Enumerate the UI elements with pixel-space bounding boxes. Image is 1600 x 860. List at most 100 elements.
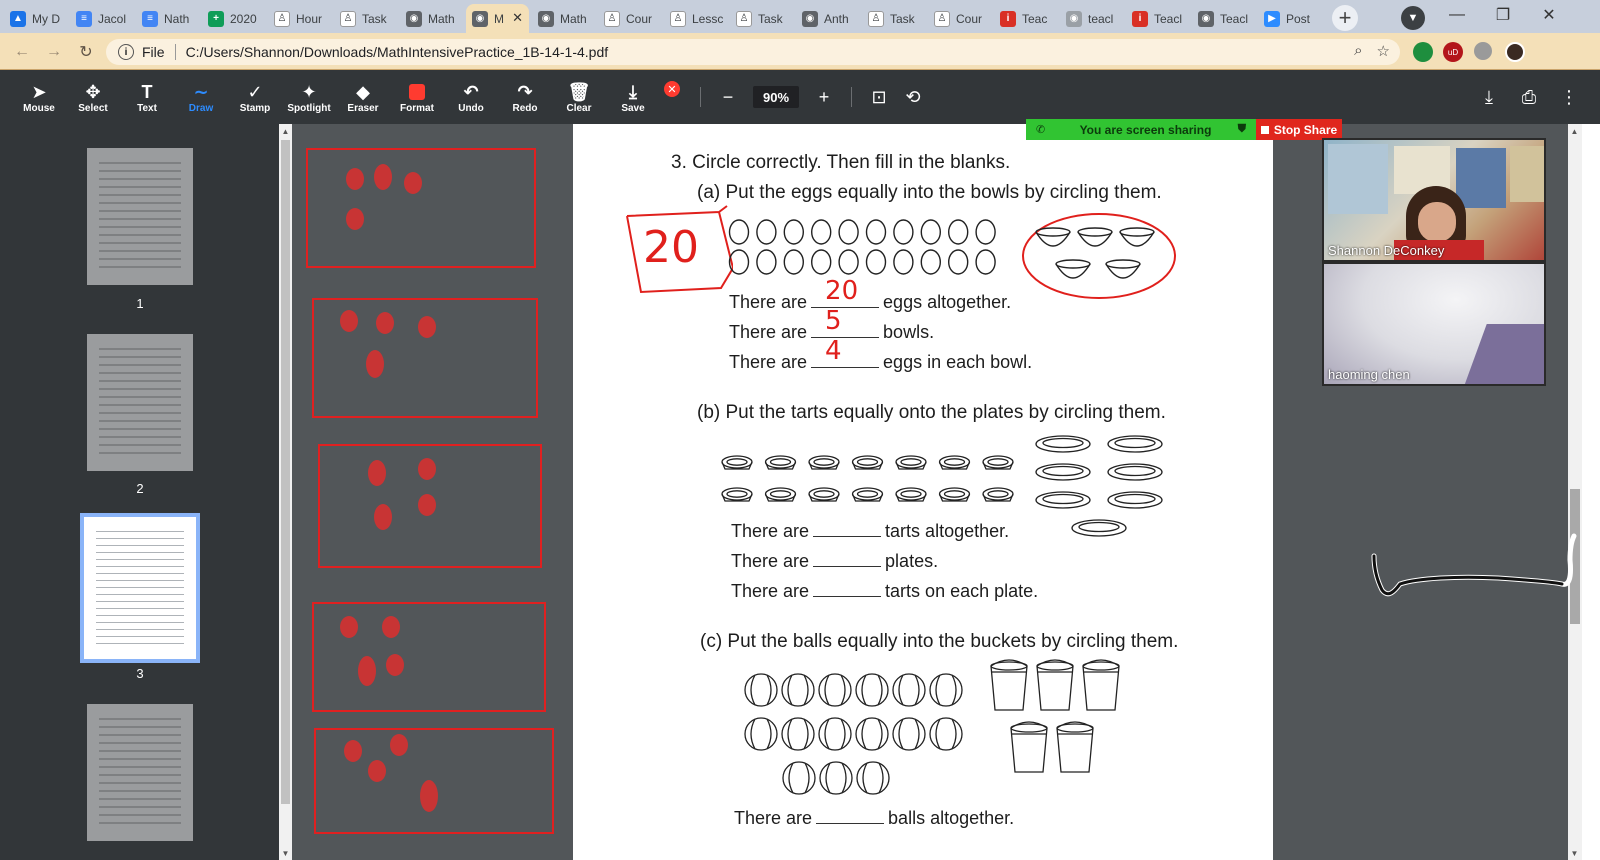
- close-annotation-icon[interactable]: ✕: [664, 81, 680, 97]
- thumbnail-scrollbar[interactable]: ▲ ▼: [279, 124, 292, 860]
- answer-blank[interactable]: [813, 555, 882, 567]
- extension-green-icon[interactable]: [1413, 42, 1433, 62]
- ball: [914, 718, 920, 750]
- ball: [825, 762, 831, 794]
- tab-favicon-icon: i: [1000, 10, 1016, 27]
- tab-strip: ▲ My D ≡ Jacol ≡ Nath +2020 ♙ Hour ♙ Task ◉ Math ◉ M ✕ ◉…: [0, 0, 1600, 33]
- browser-tab[interactable]: ◉ Teacl: [1192, 4, 1255, 33]
- tool-label: Eraser: [347, 102, 379, 114]
- browser-tab[interactable]: ♙ Cour: [598, 4, 661, 33]
- bowl: [1055, 263, 1091, 279]
- ball: [861, 718, 867, 750]
- browser-tab[interactable]: ♙ Task: [334, 4, 397, 33]
- answer-blank[interactable]: 4: [811, 336, 880, 368]
- zoom-magnifier-icon[interactable]: ⌕: [1354, 42, 1362, 60]
- egg: [975, 219, 996, 245]
- fill-in-line: There are 4 eggs in each bowl.: [729, 336, 1032, 373]
- ublock-icon[interactable]: uD: [1443, 42, 1463, 62]
- fit-page-icon[interactable]: ⊡: [862, 82, 896, 112]
- browser-tab[interactable]: ♙ Lessc: [664, 4, 727, 33]
- tool-mouse[interactable]: ➤ Mouse: [12, 72, 66, 122]
- browser-tab[interactable]: ▶ Post: [1258, 4, 1321, 33]
- tool-save[interactable]: ⤓ Save: [606, 72, 660, 122]
- handwritten-stroke: [1371, 533, 1577, 597]
- tool-label: Save: [621, 102, 645, 114]
- video-tile-haoming[interactable]: haoming chen: [1322, 262, 1546, 386]
- new-tab-button[interactable]: +: [1332, 5, 1358, 31]
- back-icon[interactable]: ←: [10, 40, 34, 64]
- tab-close-icon[interactable]: ✕: [512, 10, 523, 26]
- browser-tab[interactable]: ◉ M ✕: [466, 4, 529, 33]
- ball: [878, 762, 884, 794]
- info-icon[interactable]: i: [118, 44, 134, 60]
- answer-blank[interactable]: 20: [811, 276, 880, 308]
- page-thumbnail-2[interactable]: [87, 334, 193, 471]
- omnibox[interactable]: i File C:/Users/Shannon/Downloads/MathIn…: [106, 39, 1400, 65]
- toolbar-separator: [851, 87, 852, 107]
- tool-eraser[interactable]: ◆ Eraser: [336, 72, 390, 122]
- browser-tab[interactable]: ≡ Nath: [136, 4, 199, 33]
- browser-tab[interactable]: ≡ Jacol: [70, 4, 133, 33]
- restore-button[interactable]: ❐: [1480, 0, 1526, 30]
- video-tile-shannon[interactable]: Shannon DeConkey: [1322, 138, 1546, 262]
- reload-icon[interactable]: ↻: [74, 40, 98, 64]
- forward-icon[interactable]: →: [42, 40, 66, 64]
- tool-spotlight[interactable]: ✦ Spotlight: [282, 72, 336, 122]
- bucket-handle: [1082, 659, 1120, 667]
- zoom-out-button[interactable]: −: [711, 82, 745, 112]
- tool-draw[interactable]: ∼ Draw: [174, 72, 228, 122]
- stop-share-button[interactable]: Stop Share: [1256, 119, 1342, 140]
- print-icon[interactable]: ⎙: [1512, 82, 1546, 112]
- page-thumbnail-3[interactable]: [80, 513, 200, 663]
- thumbnail-scroll-thumb[interactable]: [281, 140, 290, 804]
- tool-text[interactable]: T Text: [120, 72, 174, 122]
- tab-title: Math: [560, 11, 587, 26]
- browser-tab[interactable]: ◉ Math: [400, 4, 463, 33]
- browser-tab[interactable]: ♙ Task: [862, 4, 925, 33]
- browser-tab[interactable]: ◉ Anth: [796, 4, 859, 33]
- fill-in-prefix: There are: [731, 521, 810, 541]
- tool-undo[interactable]: ↶ Undo: [444, 72, 498, 122]
- browser-tab[interactable]: ♙ Cour: [928, 4, 991, 33]
- tool-redo[interactable]: ↷ Redo: [498, 72, 552, 122]
- browser-tab[interactable]: ♙ Task: [730, 4, 793, 33]
- egg: [728, 219, 750, 245]
- close-window-button[interactable]: ✕: [1526, 0, 1572, 30]
- tab-title: Hour: [296, 11, 323, 26]
- tool-stamp[interactable]: ✓ Stamp: [228, 72, 282, 122]
- answer-blank[interactable]: [813, 585, 882, 597]
- extension-puzzle-icon[interactable]: [1474, 42, 1492, 60]
- page-scrollbar[interactable]: ▲ ▼: [1568, 124, 1600, 860]
- tab-favicon-icon: ◉: [802, 10, 818, 27]
- answer-blank[interactable]: [816, 812, 885, 824]
- more-options-icon[interactable]: ⋮: [1552, 82, 1586, 112]
- fill-in-line: There are balls altogether.: [734, 808, 1014, 829]
- rotate-icon[interactable]: ⟲: [896, 82, 930, 112]
- page-thumbnail-1[interactable]: [87, 148, 193, 285]
- zoom-in-button[interactable]: +: [807, 82, 841, 112]
- browser-tab[interactable]: ◉ teacl: [1060, 4, 1123, 33]
- browser-tab[interactable]: ◉ Math: [532, 4, 595, 33]
- profile-avatar[interactable]: [1505, 42, 1525, 62]
- tool-format[interactable]: Format: [390, 72, 444, 122]
- browser-tab[interactable]: i Teac: [994, 4, 1057, 33]
- browser-tab[interactable]: i Teacl: [1126, 4, 1189, 33]
- tab-search-button[interactable]: ▼: [1401, 6, 1425, 30]
- browser-tab[interactable]: ♙ Hour: [268, 4, 331, 33]
- download-icon[interactable]: ⤓: [1472, 82, 1506, 112]
- tart: [943, 490, 966, 498]
- page-thumbnail-4[interactable]: [87, 704, 193, 841]
- tool-select[interactable]: ✥ Select: [66, 72, 120, 122]
- bookmark-star-icon[interactable]: ☆: [1377, 42, 1390, 60]
- tool-label: Select: [78, 102, 108, 114]
- tool-clear[interactable]: 🗑 Clear: [552, 72, 606, 122]
- zoom-level[interactable]: 90%: [753, 86, 799, 108]
- ball: [861, 674, 867, 706]
- browser-tab[interactable]: ▲ My D: [4, 4, 67, 33]
- answer-blank[interactable]: 5: [811, 306, 880, 338]
- answer-blank[interactable]: [813, 525, 882, 537]
- minimize-button[interactable]: —: [1434, 0, 1480, 30]
- browser-tab[interactable]: +2020: [202, 4, 265, 33]
- ball: [856, 761, 890, 795]
- ball: [840, 718, 846, 750]
